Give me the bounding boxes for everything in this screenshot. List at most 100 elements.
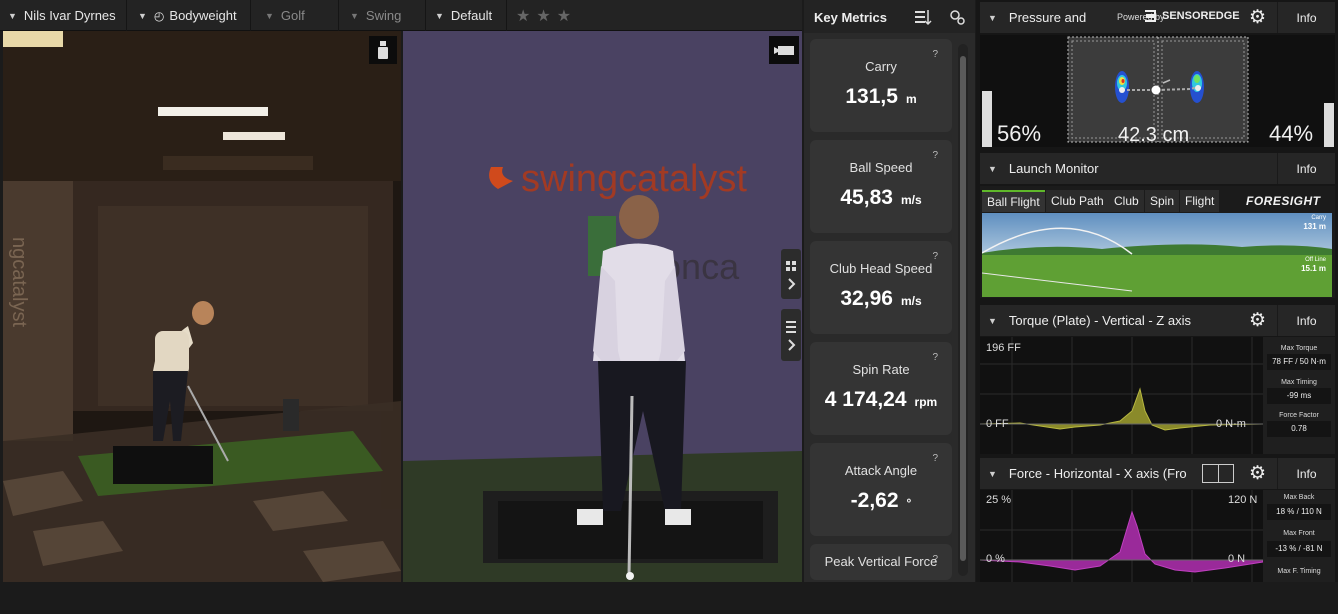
max-f-timing-label: Max F. Timing	[1277, 568, 1321, 575]
layout-label: Default	[450, 8, 493, 23]
left-weight-percent: 56%	[997, 121, 1042, 146]
max-torque-value: 78 FF / 50 N·m	[1267, 354, 1331, 370]
launch-tab-flight[interactable]: Flight	[1180, 190, 1220, 212]
camera-settings-icon[interactable]	[369, 36, 397, 64]
torque-title-wrap[interactable]: ▼ Torque (Plate) - Vertical - Z axis	[988, 305, 1191, 336]
pressure-info-button[interactable]: Info	[1277, 2, 1335, 33]
svg-text:ngcatalyst: ngcatalyst	[8, 237, 30, 327]
profile-selector[interactable]: ▼ ◴ Bodyweight	[138, 0, 237, 31]
gear-icon: ⚙	[1248, 7, 1267, 28]
list-view-toggle[interactable]	[781, 309, 801, 361]
force-right-zero: 0 N	[1228, 553, 1246, 565]
chevron-down-icon: ▼	[138, 10, 147, 21]
launch-title-wrap[interactable]: ▼ Launch Monitor	[988, 153, 1099, 184]
layout-selector[interactable]: ▼ Default	[435, 0, 492, 31]
split-view-icon[interactable]	[1202, 464, 1234, 483]
launch-tab-club[interactable]: Club	[1109, 190, 1144, 212]
sensoredge-brand: SENSOREDGE	[1162, 10, 1240, 22]
user-selector[interactable]: ▼ Nils Ivar Dyrnes	[8, 0, 116, 31]
metric-value: 45,83	[840, 186, 893, 209]
force-info-button[interactable]: Info	[1277, 458, 1335, 489]
force-right-top: 120 N	[1228, 494, 1258, 506]
right-weight-bar	[1324, 103, 1334, 147]
metric-card[interactable]: ? Club Head Speed 32,96 m/s	[810, 241, 952, 334]
torque-header: ▼ Torque (Plate) - Vertical - Z axis ⚙ I…	[980, 305, 1335, 336]
pressure-title-wrap[interactable]: ▼ Pressure and	[988, 2, 1086, 33]
chevron-down-icon: ▼	[435, 10, 444, 21]
metrics-settings-icon[interactable]	[948, 8, 966, 26]
sort-metrics-icon[interactable]	[914, 8, 932, 26]
force-header: ▼ Force - Horizontal - X axis (Front/l ⚙…	[980, 458, 1335, 489]
metric-card[interactable]: ? Carry 131,5 m	[810, 39, 952, 132]
star-icon[interactable]: ★	[536, 6, 550, 26]
torque-graph[interactable]: 196 FF 0 FF 0 N·m	[980, 337, 1263, 454]
rating-stars[interactable]: ★ ★ ★	[516, 0, 577, 31]
grid-view-toggle[interactable]	[781, 249, 801, 299]
svg-text:swingcatalyst: swingcatalyst	[521, 158, 747, 200]
metric-value: 32,96	[840, 287, 893, 310]
chevron-down-icon: ▼	[988, 315, 997, 326]
torque-info-button[interactable]: Info	[1277, 305, 1335, 336]
max-back-value: 18 % / 110 N	[1267, 504, 1331, 520]
video-front-view[interactable]: swingcatalyst otionca	[403, 31, 802, 582]
metric-value-row: -2,62 °	[810, 489, 952, 513]
launch-tab-spin[interactable]: Spin	[1145, 190, 1180, 212]
metric-value: 131,5	[845, 85, 898, 108]
star-icon[interactable]: ★	[516, 6, 530, 26]
launch-tab-ball-flight[interactable]: Ball Flight	[982, 190, 1045, 212]
metric-label: Spin Rate	[852, 362, 910, 377]
star-icon[interactable]: ★	[557, 6, 571, 26]
force-y-top: 25 %	[986, 494, 1012, 506]
sport-selector[interactable]: ▼ Golf	[265, 0, 305, 31]
category-selector[interactable]: ▼ Swing	[350, 0, 401, 31]
chevron-down-icon: ▼	[988, 163, 997, 174]
top-toolbar: ▼ Nils Ivar Dyrnes ▼ ◴ Bodyweight ▼ Golf…	[0, 0, 802, 31]
stance-width: 42.3 cm	[1118, 124, 1190, 146]
max-front-label: Max Front	[1283, 530, 1315, 537]
force-title-wrap[interactable]: ▼ Force - Horizontal - X axis (Front/l	[988, 458, 1187, 489]
profile-label: Bodyweight	[169, 8, 237, 23]
force-graph[interactable]: 25 % 0 % 120 N 0 N	[980, 490, 1263, 582]
metrics-scrollbar-thumb[interactable]	[960, 56, 966, 561]
launch-tab-club-path[interactable]: Club Path	[1046, 190, 1109, 212]
chevron-down-icon: ▼	[350, 10, 359, 21]
force-factor-value: 0.78	[1267, 421, 1331, 437]
left-weight-bar	[982, 91, 992, 147]
torque-settings-button[interactable]: ⚙	[1242, 305, 1273, 336]
key-metrics-title: Key Metrics	[814, 10, 887, 25]
force-settings-button[interactable]: ⚙	[1242, 458, 1273, 489]
metric-card[interactable]: ? Peak Vertical Force	[810, 544, 952, 580]
carry-value: 131 m	[1303, 222, 1326, 231]
metric-value-row: 45,83 m/s	[810, 186, 952, 210]
pressure-header: ▼ Pressure and Powered by SENSOREDGE ⚙ I…	[980, 2, 1335, 33]
max-back-label: Max Back	[1283, 494, 1315, 501]
torque-y-top: 196 FF	[986, 342, 1021, 354]
gear-icon: ⚙	[1248, 463, 1267, 484]
launch-info-button[interactable]: Info	[1277, 153, 1335, 184]
force-y-zero: 0 %	[986, 553, 1005, 565]
metric-card[interactable]: ? Ball Speed 45,83 m/s	[810, 140, 952, 233]
max-timing-value: -99 ms	[1267, 388, 1331, 404]
metric-value-row	[810, 590, 952, 614]
user-name: Nils Ivar Dyrnes	[23, 8, 116, 23]
torque-right-zero: 0 N·m	[1216, 418, 1246, 430]
metrics-scrollbar[interactable]	[958, 44, 968, 576]
metric-value: 4 174,24	[824, 388, 907, 411]
key-metrics-header: Key Metrics	[804, 0, 975, 33]
metric-value-row: 4 174,24 rpm	[810, 388, 952, 412]
right-weight-percent: 44%	[1269, 121, 1314, 146]
torque-plot	[980, 337, 1263, 454]
metric-card[interactable]: ? Attack Angle -2,62 °	[810, 443, 952, 536]
chevron-down-icon: ▼	[988, 12, 997, 23]
video-side-view[interactable]: ngcatalyst	[3, 31, 401, 582]
scale-icon: ◴	[153, 8, 165, 23]
metric-card[interactable]: ? Spin Rate 4 174,24 rpm	[810, 342, 952, 435]
torque-title: Torque (Plate) - Vertical - Z axis	[1008, 313, 1191, 328]
pressure-settings-button[interactable]: ⚙	[1242, 2, 1273, 33]
video-camera-icon[interactable]	[769, 36, 799, 64]
launch-monitor-header: ▼ Launch Monitor Info	[980, 153, 1335, 184]
foresight-logo: FORESIGHT	[1246, 194, 1321, 208]
metric-value: -2,62	[850, 489, 899, 512]
carry-label: Carry	[1311, 215, 1326, 221]
chevron-down-icon: ▼	[988, 468, 997, 479]
